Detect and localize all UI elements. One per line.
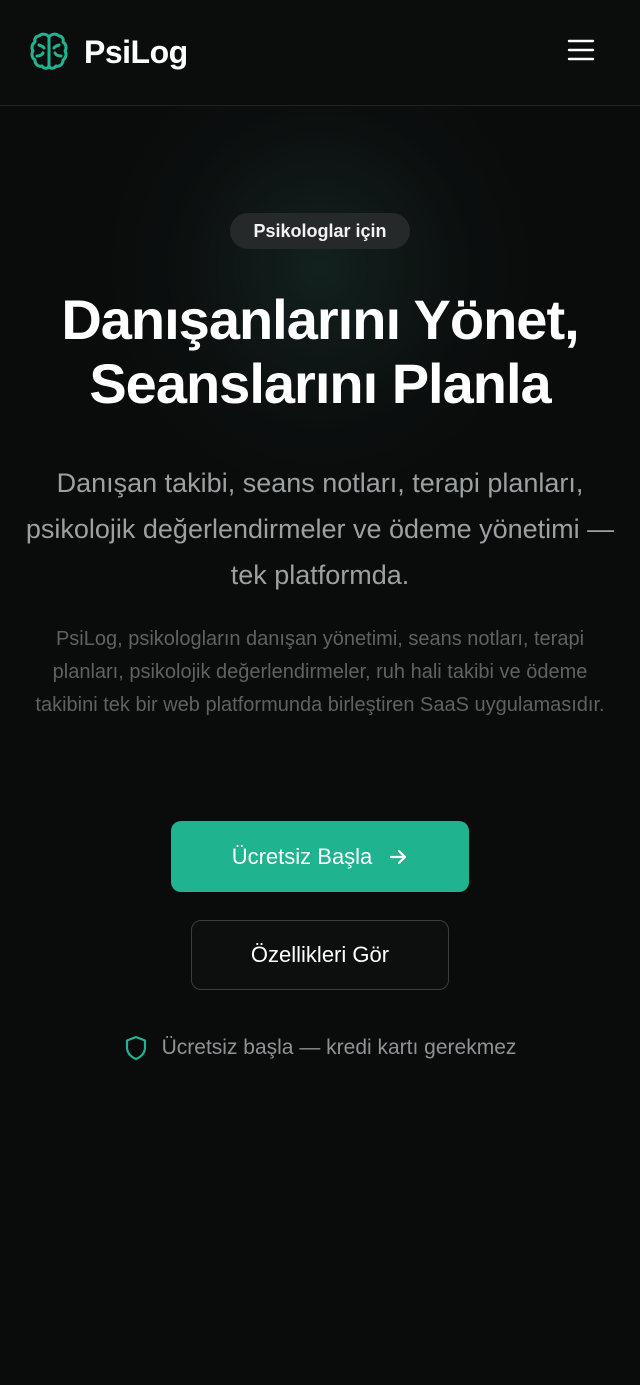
hero-title: Danışanlarını Yönet, Seanslarını Planla — [20, 288, 620, 416]
hero-description: PsiLog, psikologların danışan yönetimi, … — [35, 628, 605, 716]
shield-icon — [124, 1035, 148, 1061]
brain-icon — [26, 29, 72, 75]
brand-name: PsiLog — [84, 33, 188, 70]
top-navbar: PsiLog — [0, 0, 640, 106]
view-features-label: Özellikleri Gör — [250, 942, 390, 967]
start-free-button[interactable]: Ücretsiz Başla — [171, 821, 469, 892]
hero-title-line-1: Danışanlarını Yönet, — [61, 288, 579, 351]
view-features-button[interactable]: Özellikleri Gör — [191, 920, 449, 990]
start-free-label: Ücretsiz Başla — [231, 843, 373, 869]
hero-subtitle: Danışan takibi, seans notları, terapi pl… — [25, 468, 615, 590]
menu-button[interactable] — [562, 36, 600, 68]
landing-page: PsiLog Psikologlar için Danışanlarını Yö… — [0, 0, 640, 1385]
audience-badge: Psikologlar için — [230, 213, 410, 249]
hamburger-menu-icon — [567, 38, 595, 67]
brand-logo-link[interactable]: PsiLog — [26, 28, 188, 76]
arrow-right-icon — [388, 847, 408, 867]
no-credit-card-note: Ücretsiz başla — kredi kartı gerekmez — [100, 1032, 540, 1064]
note-text: Ücretsiz başla — kredi kartı gerekmez — [161, 1036, 517, 1059]
hero-title-line-2: Seanslarını Planla — [89, 352, 551, 415]
